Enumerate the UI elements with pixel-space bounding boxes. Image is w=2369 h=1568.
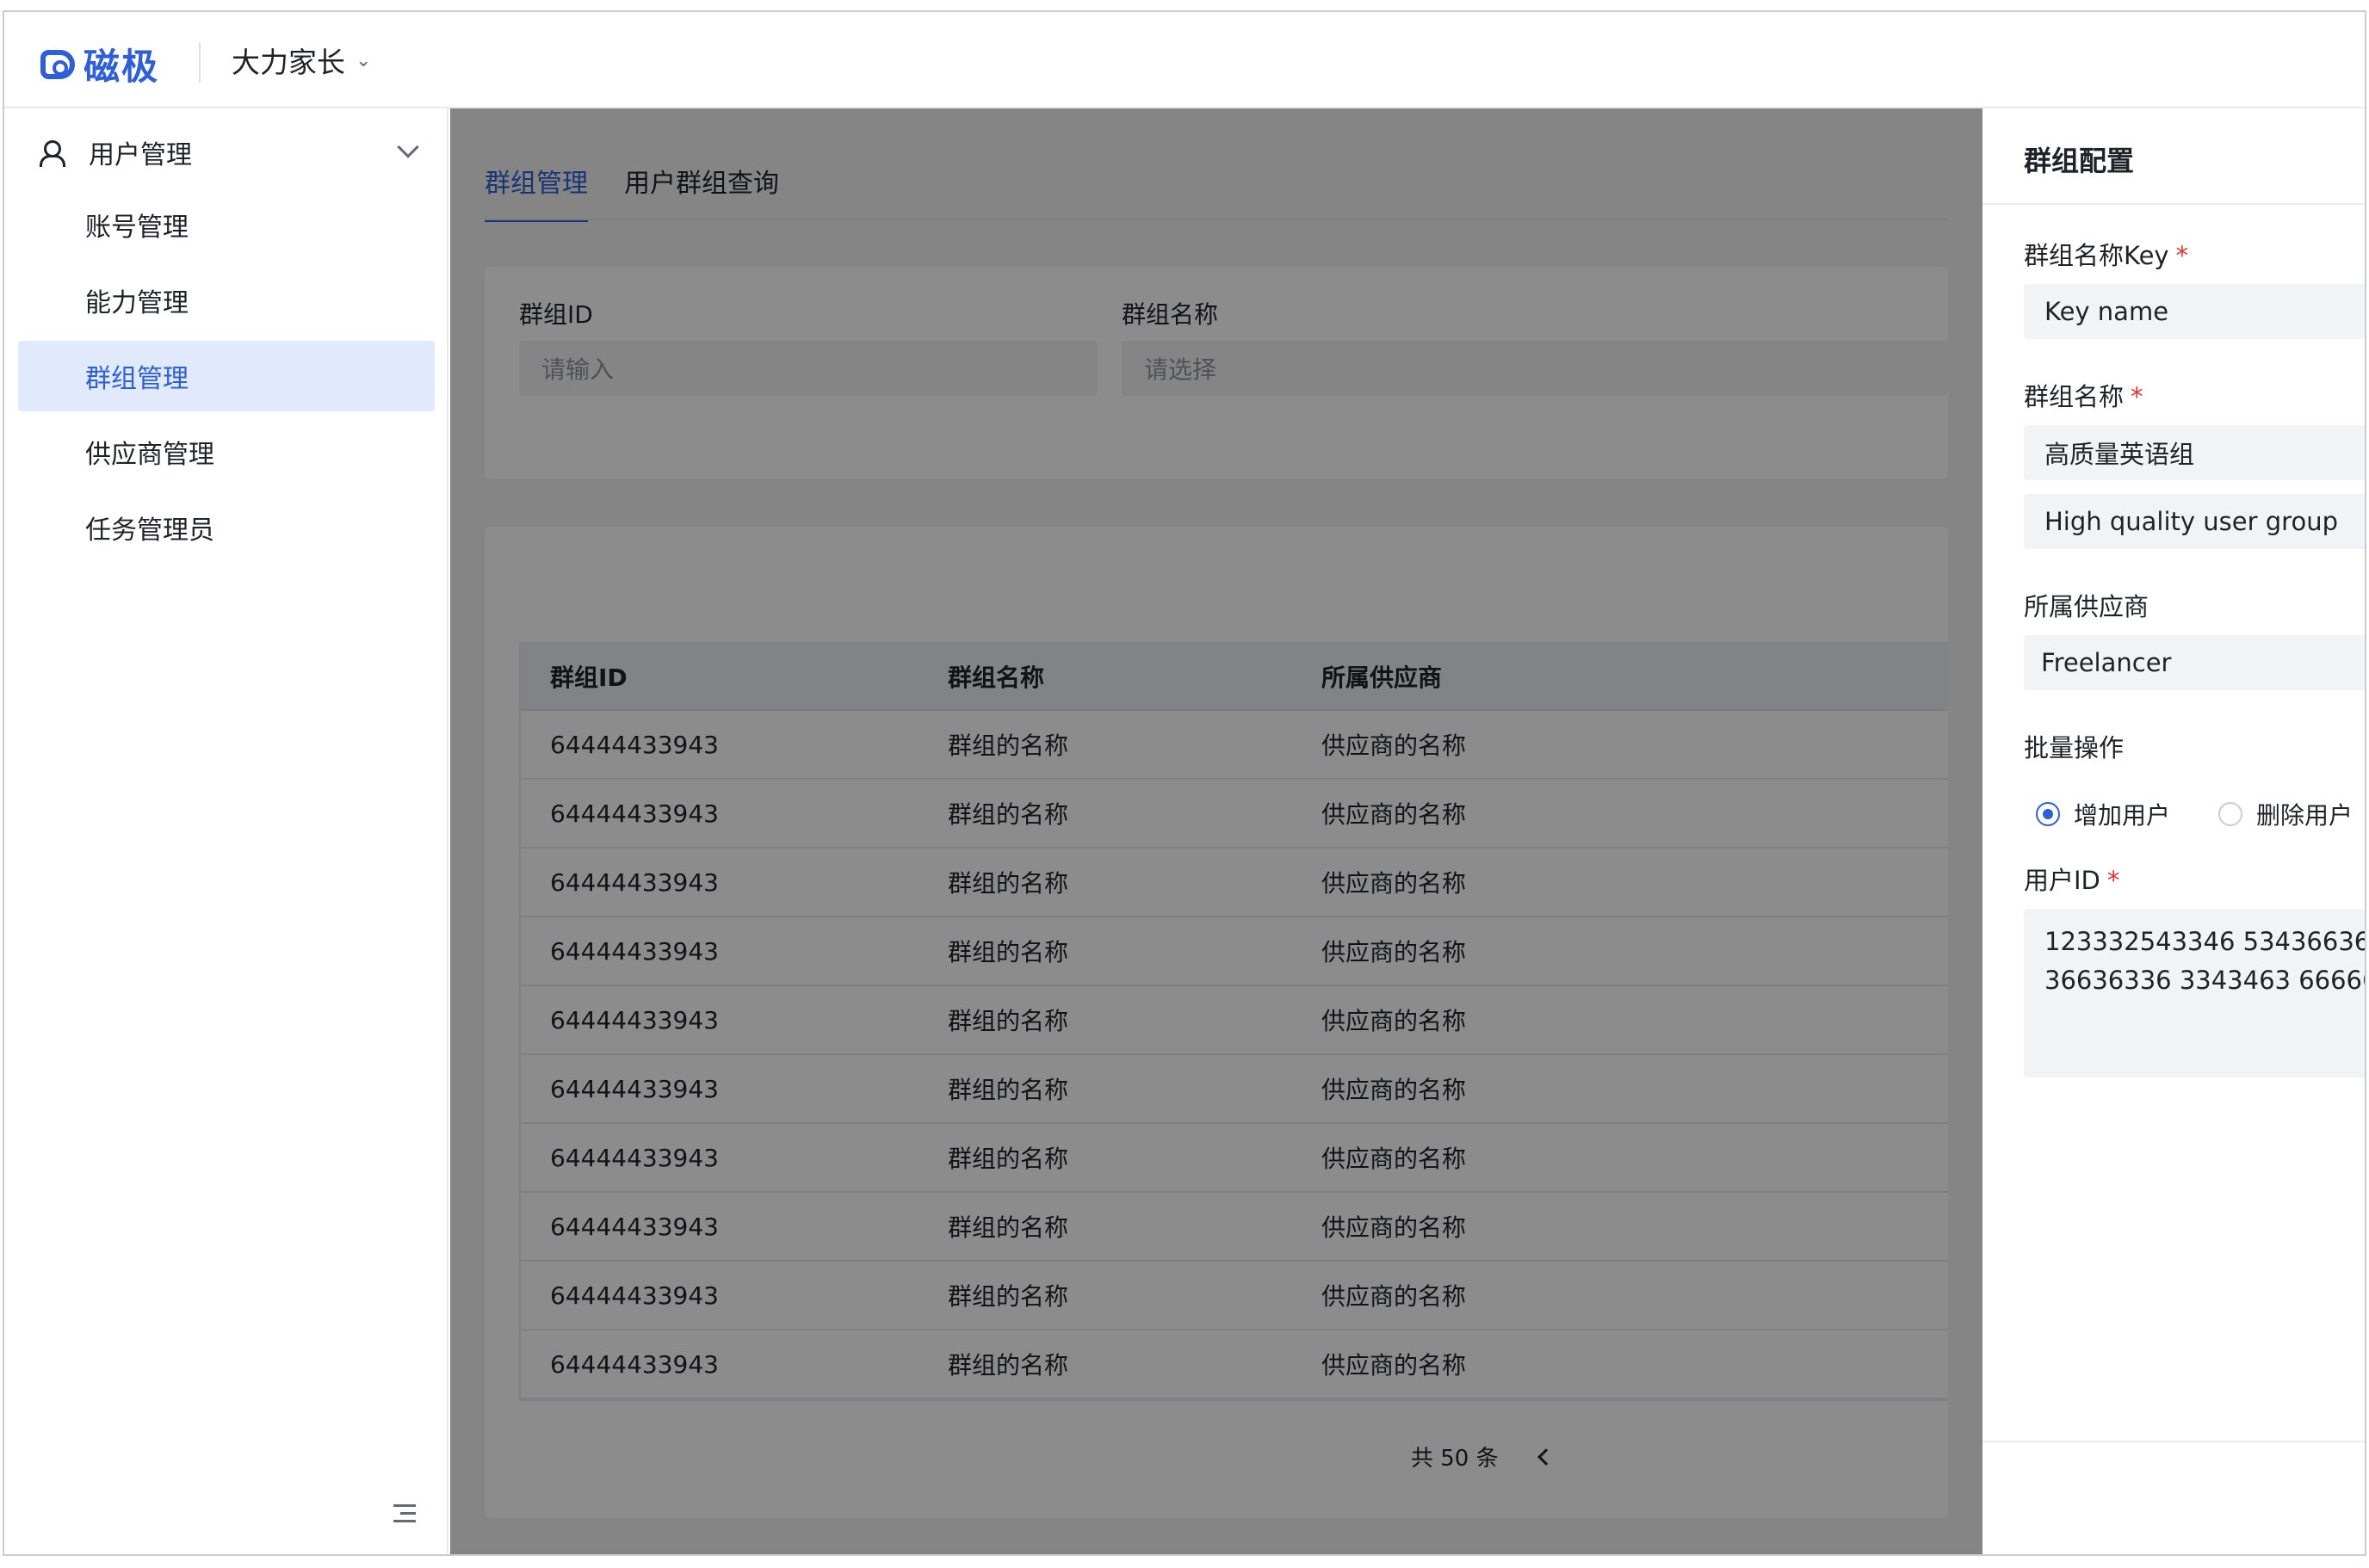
radio-checked-icon <box>2036 802 2060 826</box>
user-id-textarea[interactable]: 123332543346 534366363 636346343 3463643… <box>2024 909 2365 1077</box>
batch-label: 批量操作 <box>2024 733 2125 762</box>
sidebar-group-label: 用户管理 <box>89 140 192 170</box>
radio-add-users[interactable]: 增加用户 <box>2036 797 2170 831</box>
group-config-drawer: 群组配置 群组名称Key * Key name 群组名称 * 高质量英语组 High… <box>1982 108 2365 1554</box>
sidebar-item-vendors[interactable]: 供应商管理 <box>18 417 435 487</box>
required-mark: * <box>2175 241 2189 270</box>
key-label: 群组名称Key * <box>2024 236 2188 272</box>
name-label: 群组名称 * <box>2024 377 2143 413</box>
required-mark: * <box>2131 382 2143 411</box>
userid-label: 用户ID * <box>2024 861 2119 897</box>
radio-delete-users[interactable]: 删除用户 <box>2218 797 2353 831</box>
group-key-input[interactable]: Key name <box>2024 284 2365 339</box>
vendor-select[interactable]: Freelancer <box>2024 635 2365 690</box>
sidebar-item-abilities[interactable]: 能力管理 <box>18 265 435 336</box>
group-name-cn-input[interactable]: 高质量英语组 <box>2024 425 2365 480</box>
sidebar-group-user-management[interactable]: 用户管理 <box>4 122 447 182</box>
radio-delete-label: 删除用户 <box>2256 801 2354 830</box>
user-id-line: 123332543346 534366363 636346343 3463643… <box>2044 927 2365 956</box>
sidebar-item-groups[interactable]: 群组管理 <box>18 341 435 411</box>
sidebar-item-task-admins[interactable]: 任务管理员 <box>18 492 435 563</box>
top-divider <box>199 43 201 83</box>
user-id-line: 36636336 3343463 6666645335 333555212 <box>2044 966 2365 995</box>
chevron-down-icon <box>397 136 419 158</box>
vendor-label: 所属供应商 <box>2024 592 2149 621</box>
logo[interactable]: 磁极 <box>40 38 159 90</box>
required-mark: * <box>2106 866 2120 895</box>
logo-icon <box>40 49 75 79</box>
main-content: 群组管理 用户群组查询 群组ID 请输入 群组名称 请选择 群组ID 群组名称 … <box>450 108 2365 1554</box>
modal-overlay[interactable] <box>450 108 1982 1554</box>
radio-unchecked-icon <box>2218 802 2242 826</box>
drawer-title: 群组配置 <box>2024 145 2135 177</box>
logo-text: 磁极 <box>84 46 160 88</box>
radio-add-label: 增加用户 <box>2074 801 2171 830</box>
chevron-down-icon: ⌄ <box>356 49 372 71</box>
user-icon <box>39 140 65 167</box>
workspace-name: 大力家长 <box>232 46 345 79</box>
drawer-header: 群组配置 <box>1982 108 2365 205</box>
sidebar-item-accounts[interactable]: 账号管理 <box>18 189 435 260</box>
workspace-switcher[interactable]: 大力家长 ⌄ <box>232 40 371 81</box>
collapse-sidebar-icon[interactable] <box>393 1504 416 1523</box>
group-name-en-input[interactable]: High quality user group <box>2024 494 2365 549</box>
vendor-select-value: Freelancer <box>2041 648 2172 677</box>
key-label-text: 群组名称Key <box>2024 241 2169 270</box>
drawer-footer: 取消 提交 <box>1982 1441 2365 1554</box>
userid-label-text: 用户ID <box>2024 866 2100 895</box>
top-bar: 磁极 大力家长 ⌄ <box>4 12 2365 108</box>
app-window: 磁极 大力家长 ⌄ 用户管理 账号管理 能力管理 群组管理 供应商管理 任务管理… <box>3 10 2366 1556</box>
name-label-text: 群组名称 <box>2024 382 2125 411</box>
sidebar: 用户管理 账号管理 能力管理 群组管理 供应商管理 任务管理员 <box>4 108 448 1554</box>
